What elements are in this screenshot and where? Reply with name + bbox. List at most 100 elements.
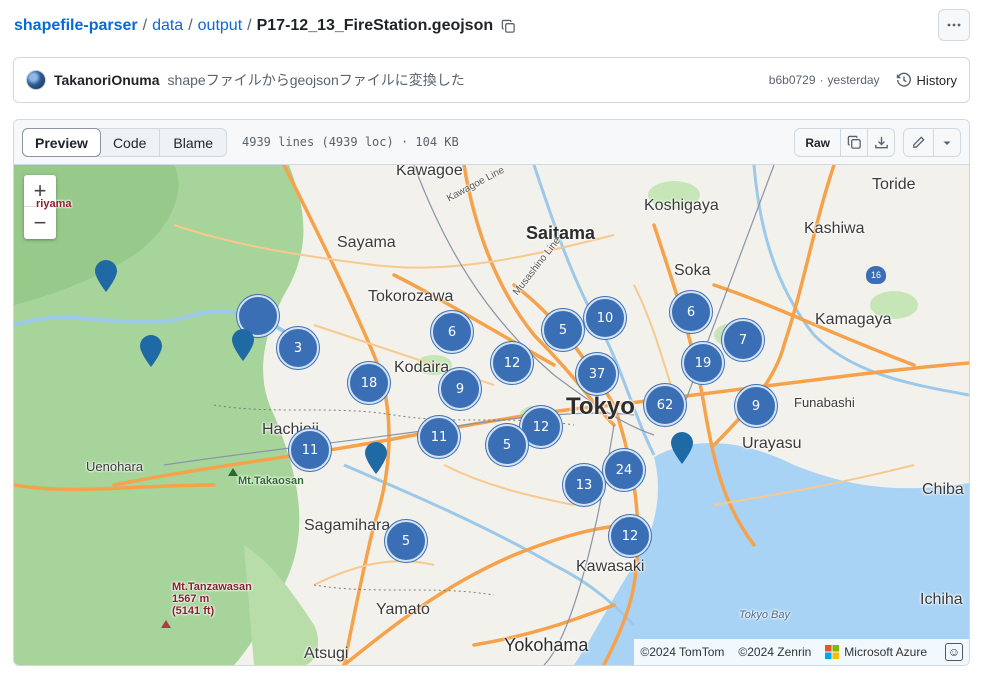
geojson-map[interactable]: + − riyama Kawagoe Kawagoe Line Koshigay… bbox=[14, 165, 969, 665]
breadcrumb-separator: / bbox=[247, 17, 252, 34]
place-label: Ichiha bbox=[920, 591, 963, 608]
place-label: Kawasaki bbox=[576, 558, 645, 575]
commit-author[interactable]: TakanoriOnuma bbox=[54, 72, 160, 88]
place-label: Sayama bbox=[337, 234, 396, 251]
place-label: Tokorozawa bbox=[368, 288, 454, 305]
file-viewer: Preview Code Blame 4939 lines (4939 loc)… bbox=[13, 119, 970, 666]
history-button[interactable]: History bbox=[896, 72, 957, 88]
raw-button[interactable]: Raw bbox=[795, 129, 840, 156]
file-actions: Raw bbox=[794, 128, 961, 157]
edit-actions-group bbox=[903, 128, 961, 157]
marker-cluster[interactable]: 3 bbox=[277, 327, 319, 369]
download-icon bbox=[874, 136, 888, 149]
map-pin-icon[interactable] bbox=[364, 441, 388, 475]
tab-code[interactable]: Code bbox=[100, 129, 159, 156]
zenrin-attribution: ©2024 Zenrin bbox=[738, 645, 812, 659]
peak-label: Mt.Tanzawasan bbox=[172, 581, 252, 593]
marker-cluster[interactable]: 6 bbox=[431, 311, 473, 353]
mountain-icon bbox=[228, 468, 238, 476]
copy-raw-button[interactable] bbox=[840, 129, 867, 156]
marker-cluster[interactable]: 19 bbox=[682, 342, 724, 384]
breadcrumb: shapefile-parser / data / output / P17-1… bbox=[14, 15, 517, 37]
microsoft-azure-logo: Microsoft Azure bbox=[825, 645, 927, 659]
breadcrumb-repo-link[interactable]: shapefile-parser bbox=[14, 17, 138, 35]
map-pin-icon[interactable] bbox=[94, 259, 118, 293]
marker-cluster[interactable]: 7 bbox=[722, 319, 764, 361]
download-raw-button[interactable] bbox=[867, 129, 894, 156]
peak-label: (5141 ft) bbox=[172, 605, 215, 617]
zoom-out-button[interactable]: − bbox=[24, 207, 56, 239]
marker-cluster[interactable]: 6 bbox=[670, 291, 712, 333]
tab-preview[interactable]: Preview bbox=[22, 128, 101, 157]
place-label: Kodaira bbox=[394, 359, 450, 376]
commit-message[interactable]: shapeファイルからgeojsonファイルに変換した bbox=[168, 70, 465, 90]
edit-file-button[interactable] bbox=[904, 129, 933, 156]
place-label: Mt.Takaosan bbox=[238, 475, 304, 487]
commit-hash[interactable]: b6b0729 bbox=[769, 73, 816, 87]
marker-cluster[interactable]: 37 bbox=[576, 353, 618, 395]
marker-cluster[interactable]: 18 bbox=[348, 362, 390, 404]
place-label: Tokyo bbox=[566, 393, 635, 420]
pencil-icon bbox=[913, 136, 925, 148]
place-label: Koshigaya bbox=[644, 197, 719, 214]
view-mode-toggle: Preview Code Blame bbox=[22, 128, 228, 157]
marker-cluster[interactable]: 5 bbox=[542, 309, 584, 351]
water-label: Tokyo Bay bbox=[739, 609, 790, 621]
marker-cluster[interactable]: 13 bbox=[563, 464, 605, 506]
marker-cluster[interactable]: 62 bbox=[644, 384, 686, 426]
copy-path-icon[interactable] bbox=[499, 17, 517, 35]
commit-time: yesterday bbox=[827, 73, 880, 87]
breadcrumb-output-link[interactable]: output bbox=[198, 17, 242, 35]
map-pin-icon[interactable] bbox=[670, 431, 694, 465]
place-label: Chiba bbox=[922, 481, 964, 498]
place-label: Kamagaya bbox=[815, 311, 892, 328]
file-header: Preview Code Blame 4939 lines (4939 loc)… bbox=[14, 120, 969, 165]
tab-blame[interactable]: Blame bbox=[159, 129, 226, 156]
feedback-smiley-icon[interactable]: ☺ bbox=[945, 643, 963, 661]
breadcrumb-separator: / bbox=[188, 17, 193, 34]
file-info: 4939 lines (4939 loc) · 104 KB bbox=[242, 135, 459, 149]
meta-separator: · bbox=[819, 73, 824, 87]
raw-actions-group: Raw bbox=[794, 128, 895, 157]
edit-dropdown-button[interactable] bbox=[933, 129, 960, 156]
copy-icon bbox=[847, 135, 861, 149]
map-pin-icon[interactable] bbox=[139, 334, 163, 368]
mountain-icon bbox=[161, 620, 171, 628]
place-label: riyama bbox=[36, 198, 72, 210]
place-label: Uenohara bbox=[86, 459, 144, 474]
breadcrumb-file-name: P17-12_13_FireStation.geojson bbox=[256, 17, 494, 34]
marker-cluster[interactable]: 5 bbox=[385, 520, 427, 562]
marker-cluster[interactable]: 5 bbox=[486, 424, 528, 466]
history-label: History bbox=[916, 72, 957, 88]
peak-label: 1567 m bbox=[172, 593, 210, 605]
map-tiles bbox=[14, 165, 969, 665]
tomtom-attribution: ©2024 TomTom bbox=[640, 645, 725, 659]
place-label: Sagamihara bbox=[304, 517, 391, 534]
map-pin-icon[interactable] bbox=[231, 328, 255, 362]
kebab-horizontal-icon bbox=[947, 23, 961, 27]
marker-cluster[interactable]: 11 bbox=[418, 416, 460, 458]
marker-cluster[interactable]: 24 bbox=[603, 449, 645, 491]
marker-cluster[interactable]: 11 bbox=[289, 429, 331, 471]
route-16-shield: 16 bbox=[866, 266, 886, 284]
marker-cluster[interactable]: 12 bbox=[491, 342, 533, 384]
commit-meta: b6b0729 · yesterday History bbox=[769, 72, 957, 88]
marker-cluster[interactable]: 12 bbox=[609, 515, 651, 557]
place-label: Yamato bbox=[376, 601, 430, 618]
place-label: Kashiwa bbox=[804, 220, 865, 237]
avatar[interactable] bbox=[26, 70, 46, 90]
marker-cluster[interactable]: 9 bbox=[735, 385, 777, 427]
more-options-button[interactable] bbox=[938, 9, 970, 41]
marker-cluster[interactable]: 9 bbox=[439, 368, 481, 410]
map-attribution: ©2024 TomTom ©2024 Zenrin Microsoft Azur… bbox=[634, 639, 969, 665]
place-label: Kawagoe bbox=[396, 165, 463, 179]
place-label: Yokohama bbox=[504, 635, 589, 655]
latest-commit-bar: TakanoriOnuma shapeファイルからgeojsonファイルに変換し… bbox=[13, 57, 970, 103]
breadcrumb-separator: / bbox=[142, 17, 148, 34]
breadcrumb-data-link[interactable]: data bbox=[152, 17, 183, 35]
place-label: Funabashi bbox=[794, 395, 855, 410]
azure-label: Microsoft Azure bbox=[844, 645, 927, 659]
place-label: Toride bbox=[872, 176, 916, 193]
marker-cluster[interactable]: 10 bbox=[584, 297, 626, 339]
place-label: Soka bbox=[674, 262, 711, 279]
